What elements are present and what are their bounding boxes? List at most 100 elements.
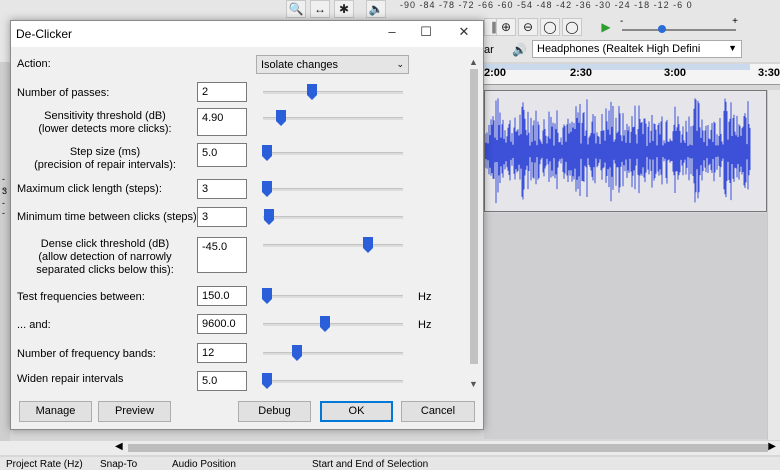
dialog-scrollbar[interactable]: ▲ ▼ — [467, 57, 481, 389]
zoom-icon[interactable]: 🔍 — [286, 0, 306, 18]
param-slider-track[interactable] — [263, 91, 403, 94]
speaker-icon: 🔊 — [512, 43, 527, 57]
multi-tool-icon[interactable]: ✱ — [334, 0, 354, 18]
minus-icon: - — [620, 16, 624, 27]
param-input[interactable]: 4.90 — [197, 108, 247, 136]
param-slider-track[interactable] — [263, 216, 403, 219]
param-label: Number of passes: — [17, 87, 110, 99]
param-slider-thumb[interactable] — [363, 237, 373, 253]
snap-to-label: Snap-To — [100, 459, 138, 470]
manage-button[interactable]: Manage — [19, 401, 92, 422]
scroll-right-icon[interactable]: ▶ — [768, 441, 776, 452]
param-slider-track[interactable] — [263, 244, 403, 247]
param-label: Sensitivity threshold (dB) (lower detect… — [38, 110, 172, 135]
chevron-down-icon: ▼ — [728, 43, 737, 53]
param-label: Step size (ms) (precision of repair inte… — [34, 146, 176, 171]
param-slider-thumb[interactable] — [264, 209, 274, 225]
timeshift-icon[interactable]: ↔ — [310, 0, 330, 18]
status-bar: Project Rate (Hz) Snap-To Audio Position… — [0, 457, 780, 470]
param-label: Number of frequency bands: — [17, 348, 156, 360]
param-label: Maximum click length (steps): — [17, 183, 162, 195]
action-label: Action: — [17, 58, 51, 70]
track-control-edge: - - - 3 - — [0, 62, 10, 442]
scroll-thumb[interactable] — [128, 444, 768, 452]
horizontal-scrollbar[interactable]: ◀ ▶ — [0, 441, 780, 455]
project-rate-label: Project Rate (Hz) — [6, 459, 83, 470]
param-unit: Hz — [418, 319, 432, 331]
param-slider-thumb[interactable] — [307, 84, 317, 100]
speaker-meter-icon[interactable]: 🔈 — [366, 0, 386, 18]
param-label: Widen repair intervals — [17, 373, 124, 385]
param-slider-track[interactable] — [263, 152, 403, 155]
timeline-ruler[interactable]: 2:00 2:30 3:00 3:30 — [484, 64, 780, 85]
param-input[interactable]: 12 — [197, 343, 247, 363]
maximize-icon[interactable]: ☐ — [411, 24, 441, 44]
debug-button[interactable]: Debug — [238, 401, 311, 422]
meter-scale: -90 -84 -78 -72 -66 -60 -54 -48 -42 -36 … — [400, 0, 693, 10]
cancel-button[interactable]: Cancel — [401, 401, 475, 422]
param-slider-track[interactable] — [263, 188, 403, 191]
minimize-icon[interactable]: – — [377, 24, 407, 44]
edge-mark: - — [2, 208, 5, 218]
param-slider-thumb[interactable] — [262, 373, 272, 389]
selection-label: Start and End of Selection — [312, 459, 429, 470]
param-slider-thumb[interactable] — [262, 181, 272, 197]
param-input[interactable]: 9600.0 — [197, 314, 247, 334]
scroll-down-icon[interactable]: ▼ — [469, 379, 478, 389]
chevron-down-icon: ⌄ — [396, 59, 404, 69]
fit-project-icon[interactable]: ◯ — [562, 18, 582, 36]
vertical-scrollbar[interactable] — [767, 90, 780, 440]
audio-track[interactable] — [484, 90, 767, 212]
param-input[interactable]: 5.0 — [197, 371, 247, 391]
device-toolbar: ar 🔊 Headphones (Realtek High Defini ▼ — [480, 40, 780, 60]
param-input[interactable]: 150.0 — [197, 286, 247, 306]
param-label: Minimum time between clicks (steps): — [17, 211, 200, 223]
param-slider-track[interactable] — [263, 352, 403, 355]
param-slider-thumb[interactable] — [262, 145, 272, 161]
param-input[interactable]: 3 — [197, 179, 247, 199]
device-prefix: ar — [484, 44, 494, 56]
ruler-tick: 2:30 — [570, 67, 593, 79]
scroll-left-icon[interactable]: ◀ — [115, 441, 123, 452]
output-device-select[interactable]: Headphones (Realtek High Defini ▼ — [532, 40, 742, 58]
fit-selection-icon[interactable]: ◯ — [540, 18, 560, 36]
param-input[interactable]: -45.0 — [197, 237, 247, 273]
playback-speed-slider[interactable]: - + — [620, 16, 740, 38]
edge-mark: - — [2, 198, 5, 208]
action-value: Isolate changes — [261, 59, 339, 71]
param-input[interactable]: 5.0 — [197, 143, 247, 167]
param-unit: Hz — [418, 291, 432, 303]
ruler-tick: 3:00 — [664, 67, 687, 79]
param-label: Dense click threshold (dB) (allow detect… — [36, 238, 174, 276]
action-select[interactable]: Isolate changes ⌄ — [256, 55, 409, 74]
edge-mark: - — [2, 174, 5, 184]
param-input[interactable]: 3 — [197, 207, 247, 227]
output-device-value: Headphones (Realtek High Defini — [537, 43, 701, 55]
param-slider-thumb[interactable] — [262, 288, 272, 304]
param-slider-thumb[interactable] — [292, 345, 302, 361]
param-input[interactable]: 2 — [197, 82, 247, 102]
ruler-tick: 3:30 — [758, 67, 780, 79]
zoom-out-icon[interactable]: ⊖ — [518, 18, 538, 36]
dialog-titlebar[interactable]: De-Clicker – ☐ ✕ — [11, 21, 483, 47]
dialog-scroll-thumb[interactable] — [470, 69, 478, 364]
play-icon[interactable]: ▶ — [596, 18, 616, 36]
ruler-tick: 2:00 — [484, 67, 507, 79]
waveform — [485, 98, 751, 204]
slider-knob[interactable] — [658, 25, 666, 33]
scroll-up-icon[interactable]: ▲ — [469, 57, 478, 67]
dialog-title: De-Clicker — [16, 27, 73, 41]
param-slider-track[interactable] — [263, 295, 403, 298]
param-slider-track[interactable] — [263, 323, 403, 326]
ok-button[interactable]: OK — [320, 401, 393, 422]
close-icon[interactable]: ✕ — [449, 24, 479, 44]
param-label: Test frequencies between: — [17, 291, 145, 303]
zoom-in-icon[interactable]: ⊕ — [496, 18, 516, 36]
audio-position-label: Audio Position — [172, 459, 236, 470]
param-slider-track[interactable] — [263, 380, 403, 383]
declicker-dialog: De-Clicker – ☐ ✕ Action: Isolate changes… — [10, 20, 484, 430]
param-slider-thumb[interactable] — [320, 316, 330, 332]
param-slider-thumb[interactable] — [276, 110, 286, 126]
empty-track-area[interactable] — [484, 213, 767, 439]
preview-button[interactable]: Preview — [98, 401, 171, 422]
